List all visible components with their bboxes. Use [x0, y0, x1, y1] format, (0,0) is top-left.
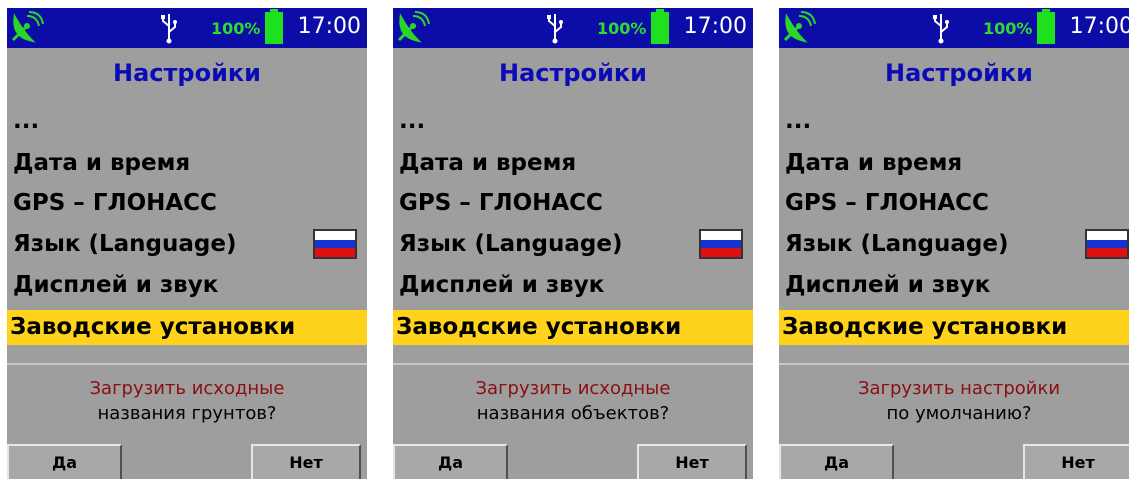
- device-screen-1: 100% 17:00 Настройки ... Дата и время GP…: [7, 8, 367, 479]
- menu-item-language[interactable]: Язык (Language): [785, 231, 1009, 257]
- satellite-dish-icon: [397, 11, 430, 43]
- status-bar: 100% 17:00: [393, 8, 753, 48]
- menu-item-date-time[interactable]: Дата и время: [13, 150, 190, 176]
- page-title: Настройки: [884, 59, 1033, 87]
- no-button[interactable]: Нет: [251, 444, 361, 479]
- clock: 17:00: [1069, 14, 1129, 39]
- satellite-dish-icon: [783, 11, 816, 43]
- yes-button[interactable]: Да: [7, 444, 122, 479]
- battery-icon: [651, 9, 669, 44]
- dialog-question-detail: по умолчанию?: [886, 403, 1032, 424]
- menu-item-display-sound[interactable]: Дисплей и звук: [785, 272, 990, 298]
- yes-button[interactable]: Да: [779, 444, 894, 479]
- menu-item-language[interactable]: Язык (Language): [13, 231, 237, 257]
- menu-item-date-time[interactable]: Дата и время: [785, 150, 962, 176]
- satellite-dish-icon: [11, 11, 44, 43]
- menu-item-gps[interactable]: GPS – ГЛОНАСС: [785, 190, 989, 216]
- battery-icon: [1037, 9, 1055, 44]
- dialog-question-detail: названия объектов?: [476, 403, 670, 424]
- menu-item-back[interactable]: ...: [399, 108, 425, 134]
- confirm-dialog: Загрузить исходные названия объектов? Да…: [393, 363, 753, 479]
- usb-icon: [161, 14, 177, 44]
- device-screen-3: 100% 17:00 Настройки ... Дата и время GP…: [779, 8, 1129, 479]
- no-button[interactable]: Нет: [637, 444, 747, 479]
- status-bar: 100% 17:00: [7, 8, 367, 48]
- menu-item-factory-settings[interactable]: Заводские установки: [779, 310, 1129, 345]
- menu-item-display-sound[interactable]: Дисплей и звук: [399, 272, 604, 298]
- dialog-question: Загрузить исходные: [475, 378, 671, 399]
- clock: 17:00: [683, 14, 747, 39]
- page-title: Настройки: [112, 59, 261, 87]
- russia-flag-icon: [313, 229, 357, 259]
- menu-item-date-time[interactable]: Дата и время: [399, 150, 576, 176]
- menu-item-back[interactable]: ...: [13, 108, 39, 134]
- status-bar: 100% 17:00: [779, 8, 1129, 48]
- menu-item-display-sound[interactable]: Дисплей и звук: [13, 272, 218, 298]
- russia-flag-icon: [699, 229, 743, 259]
- menu-item-factory-settings[interactable]: Заводские установки: [7, 310, 367, 345]
- device-screen-2: 100% 17:00 Настройки ... Дата и время GP…: [393, 8, 753, 479]
- usb-icon: [933, 14, 949, 44]
- page-title: Настройки: [498, 59, 647, 87]
- yes-button[interactable]: Да: [393, 444, 508, 479]
- battery-icon: [265, 9, 283, 44]
- confirm-dialog: Загрузить настройки по умолчанию? Да Нет: [779, 363, 1129, 479]
- battery-percent: 100%: [983, 19, 1033, 38]
- menu-item-factory-settings[interactable]: Заводские установки: [393, 310, 753, 345]
- russia-flag-icon: [1085, 229, 1129, 259]
- menu-item-language[interactable]: Язык (Language): [399, 231, 623, 257]
- battery-percent: 100%: [597, 19, 647, 38]
- battery-percent: 100%: [211, 19, 261, 38]
- dialog-question: Загрузить настройки: [857, 378, 1061, 399]
- no-button[interactable]: Нет: [1023, 444, 1129, 479]
- menu-item-back[interactable]: ...: [785, 108, 811, 134]
- clock: 17:00: [297, 14, 361, 39]
- dialog-question: Загрузить исходные: [89, 378, 285, 399]
- dialog-question-detail: названия грунтов?: [97, 403, 277, 424]
- menu-item-gps[interactable]: GPS – ГЛОНАСС: [399, 190, 603, 216]
- menu-item-gps[interactable]: GPS – ГЛОНАСС: [13, 190, 217, 216]
- usb-icon: [547, 14, 563, 44]
- confirm-dialog: Загрузить исходные названия грунтов? Да …: [7, 363, 367, 479]
